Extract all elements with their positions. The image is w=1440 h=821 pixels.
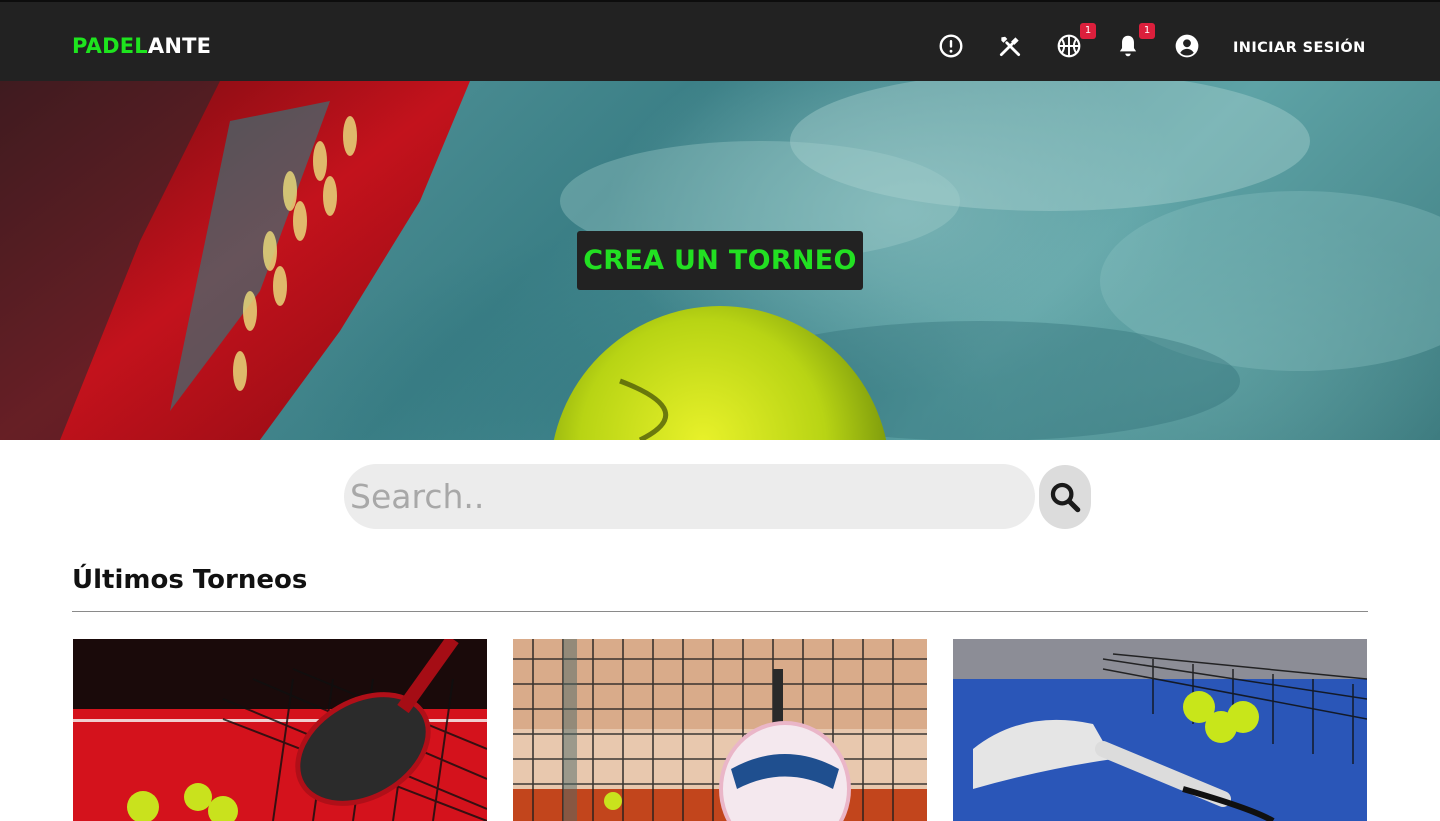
login-link[interactable]: INICIAR SESIÓN	[1233, 38, 1366, 58]
brand-part-ante: ANTE	[147, 34, 212, 58]
tournament-image-1	[73, 639, 487, 821]
brand-logo[interactable]: PADELANTE	[72, 32, 211, 60]
section-title: Últimos Torneos	[72, 565, 308, 595]
tournament-image-3	[953, 639, 1367, 821]
brand-part-padel: PADEL	[72, 34, 148, 58]
tournament-image-2	[513, 639, 927, 821]
tournament-card-2[interactable]	[513, 639, 927, 821]
basketball-icon[interactable]: 1	[1056, 23, 1096, 59]
search-button[interactable]	[1039, 465, 1091, 529]
top-navbar: PADELANTE 1 1 INICIAR SESIÓN	[0, 0, 1440, 81]
tournament-card-1[interactable]	[73, 639, 487, 821]
search-icon	[1050, 482, 1081, 513]
hero-banner: CREA UN TORNEO	[0, 81, 1440, 440]
search-input[interactable]	[344, 464, 1035, 529]
bell-icon[interactable]: 1	[1115, 23, 1155, 59]
create-tournament-button[interactable]: CREA UN TORNEO	[577, 231, 863, 290]
alert-circle-icon[interactable]	[938, 33, 964, 59]
basketball-badge: 1	[1080, 23, 1096, 39]
bell-badge: 1	[1139, 23, 1155, 39]
tournament-card-3[interactable]	[953, 639, 1367, 821]
tools-icon[interactable]	[997, 33, 1023, 59]
section-divider	[72, 611, 1368, 612]
account-circle-icon[interactable]	[1174, 33, 1200, 59]
